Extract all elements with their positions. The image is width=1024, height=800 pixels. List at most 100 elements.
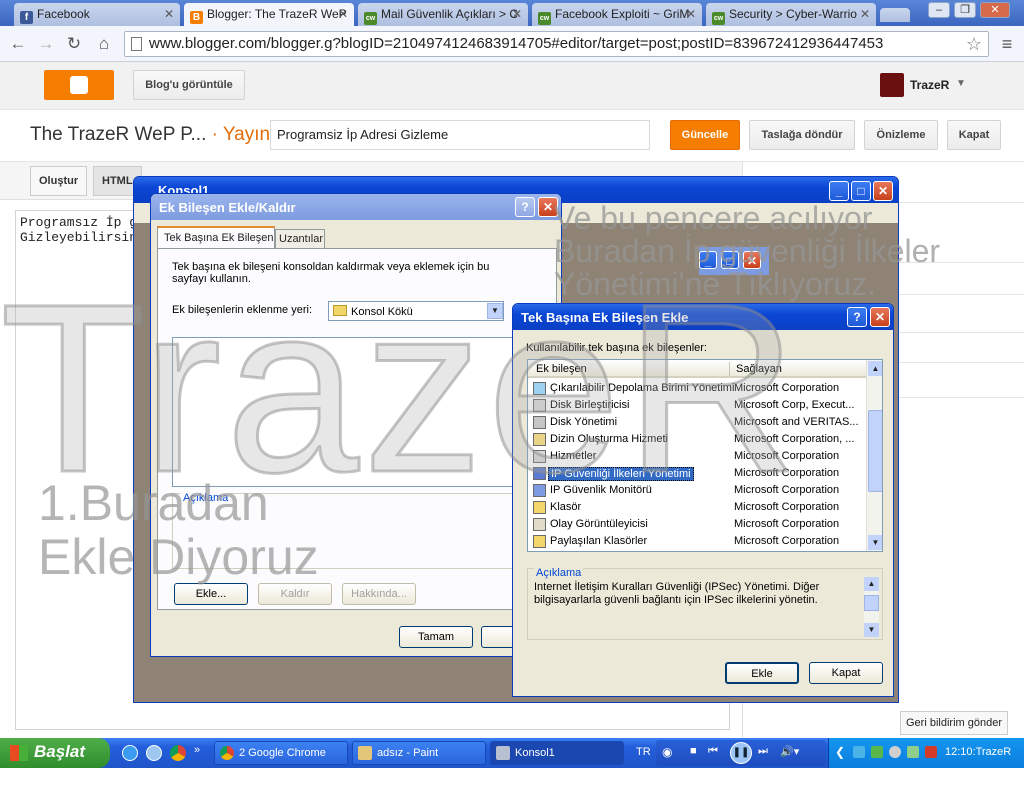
scrollbar[interactable]: ▲ ▼ (864, 577, 879, 637)
cw-icon: cw (538, 12, 551, 25)
close-icon[interactable]: ✕ (512, 7, 522, 21)
page-icon (131, 37, 142, 51)
close-button[interactable]: Kapat (947, 120, 1001, 150)
list-item[interactable]: Paylaşılan Klasörler Microsoft Corporatio… (528, 533, 866, 550)
task-console[interactable]: Konsol1 (490, 741, 624, 765)
remove-button[interactable]: Kaldır (258, 583, 332, 605)
windows-flag-icon (10, 745, 28, 761)
task-chrome[interactable]: 2 Google Chrome (214, 741, 348, 765)
add-snapin-button[interactable]: Ekle... (174, 583, 248, 605)
browser-tabstrip: f Facebook ✕ B Blogger: The TrazeR WeP ✕ cw M… (0, 0, 1024, 26)
scroll-up-icon[interactable]: ▲ (864, 577, 879, 591)
blogger-logo[interactable] (44, 70, 114, 100)
close-icon[interactable]: ✕ (873, 181, 893, 201)
close-button[interactable]: Kapat (809, 662, 883, 684)
about-button[interactable]: Hakkında... (342, 583, 416, 605)
annotation-step2: Yönetimi'ne Tıklıyoruz. (554, 266, 877, 302)
start-label: Başlat (34, 742, 86, 761)
task-paint[interactable]: adsız - Paint (352, 741, 486, 765)
snapin-provider: Microsoft Corporation (734, 535, 840, 547)
security-icon[interactable] (871, 746, 883, 758)
minimize-icon[interactable]: _ (829, 181, 849, 201)
user-name[interactable]: TrazeR (910, 78, 949, 92)
home-icon[interactable]: ⌂ (92, 32, 116, 56)
blog-title: The TrazeR WeP P... · Yayın (30, 124, 270, 146)
start-button[interactable]: Başlat (0, 738, 110, 768)
clock[interactable]: 12:10:TrazeR (945, 746, 1011, 758)
chevron-down-icon[interactable]: ▼ (956, 78, 966, 89)
snapin-icon (533, 535, 546, 548)
help-icon[interactable]: ? (515, 197, 535, 217)
update-button[interactable]: Güncelle (670, 120, 740, 150)
tab-mail[interactable]: cw Mail Güvenlik Açıkları > C ✕ (358, 3, 528, 26)
maximize-icon[interactable]: □ (851, 181, 871, 201)
system-tray: ❮ 12:10:TrazeR (828, 738, 1024, 768)
help-icon[interactable]: ? (847, 307, 867, 327)
send-feedback-button[interactable]: Geri bildirim gönder (900, 711, 1008, 735)
chevron-left-icon[interactable]: ❮ (835, 745, 845, 759)
description-label: Açıklama (534, 567, 584, 579)
close-icon[interactable]: ✕ (164, 7, 174, 21)
close-icon[interactable]: ✕ (860, 7, 870, 21)
forward-icon[interactable]: → (34, 32, 58, 56)
language-indicator[interactable]: TR (636, 746, 651, 758)
scroll-thumb[interactable] (864, 595, 879, 611)
view-blog-button[interactable]: Blog'u görüntüle (133, 70, 245, 100)
compose-mode-button[interactable]: Oluştur (30, 166, 88, 196)
ok-button[interactable]: Tamam (399, 626, 473, 648)
shield-icon[interactable] (925, 746, 937, 758)
scroll-down-icon[interactable]: ▼ (864, 623, 879, 637)
volume-icon[interactable]: 🔊▾ (780, 745, 799, 758)
avatar[interactable] (880, 73, 904, 97)
paint-icon (358, 746, 372, 760)
bookmark-star-icon[interactable]: ☆ (962, 32, 986, 56)
chrome-icon[interactable] (170, 745, 186, 761)
tray-app-icon[interactable] (907, 746, 919, 758)
ie-icon[interactable] (122, 745, 138, 761)
network-icon[interactable] (853, 746, 865, 758)
description-text: Internet İletişim Kuralları Güvenliği (I… (534, 581, 820, 606)
dialog-titlebar: Ek Bileşen Ekle/Kaldır (151, 194, 561, 220)
tab-label: Security > Cyber-Warrio (729, 7, 857, 21)
scroll-thumb[interactable] (868, 410, 882, 492)
minimize-icon[interactable]: – (928, 2, 950, 18)
close-window-icon[interactable]: ✕ (980, 2, 1010, 18)
previous-icon[interactable]: ⏮ (708, 745, 718, 758)
reload-icon[interactable]: ↻ (62, 32, 86, 56)
scroll-up-icon[interactable]: ▲ (868, 361, 882, 376)
task-label: 2 Google Chrome (239, 747, 326, 759)
post-title-input[interactable]: Programsiz İp Adresi Gizleme (270, 120, 650, 150)
close-icon[interactable]: ✕ (338, 7, 348, 21)
tab-extensions[interactable]: Uzantılar (275, 229, 325, 248)
tab-facebook-exploit[interactable]: cw Facebook Exploiti ~ GriM ✕ (532, 3, 702, 26)
menu-icon[interactable]: ≡ (995, 32, 1019, 56)
tab-facebook[interactable]: f Facebook ✕ (14, 3, 180, 26)
scrollbar[interactable]: ▲ ▼ (866, 360, 882, 551)
maximize-icon[interactable]: ❐ (954, 2, 976, 18)
tab-standalone[interactable]: Tek Başına Ek Bileşen (157, 226, 275, 248)
revert-draft-button[interactable]: Taslağa döndür (749, 120, 855, 150)
address-bar[interactable]: www.blogger.com/blogger.g?blogID=2104974… (124, 31, 989, 57)
new-tab-button[interactable] (880, 8, 910, 22)
close-icon[interactable]: ✕ (870, 307, 890, 327)
media-icon[interactable]: ◉ (662, 745, 672, 759)
chevron-right-icon[interactable]: » (194, 744, 200, 756)
back-icon[interactable]: ← (6, 32, 30, 56)
tab-security[interactable]: cw Security > Cyber-Warrio ✕ (706, 3, 876, 26)
stop-icon[interactable]: ■ (690, 745, 697, 757)
chrome-icon (220, 746, 234, 760)
scroll-down-icon[interactable]: ▼ (868, 535, 882, 550)
blogger-icon: B (190, 11, 203, 24)
dialog-title: Ek Bileşen Ekle/Kaldır (159, 200, 296, 215)
add-button[interactable]: Ekle (725, 662, 799, 684)
desktop-icon[interactable] (146, 745, 162, 761)
tab-blogger[interactable]: B Blogger: The TrazeR WeP ✕ (184, 3, 354, 26)
close-icon[interactable]: ✕ (686, 7, 696, 21)
pause-icon[interactable]: ❚❚ (730, 742, 752, 764)
blogger-b-icon (70, 76, 88, 94)
next-icon[interactable]: ⏭ (758, 745, 768, 758)
update-icon[interactable] (889, 746, 901, 758)
preview-button[interactable]: Önizleme (864, 120, 938, 150)
tab-label: Blogger: The TrazeR WeP (207, 7, 347, 21)
blogger-header: Blog'u görüntüle TrazeR ▼ (0, 62, 1024, 110)
